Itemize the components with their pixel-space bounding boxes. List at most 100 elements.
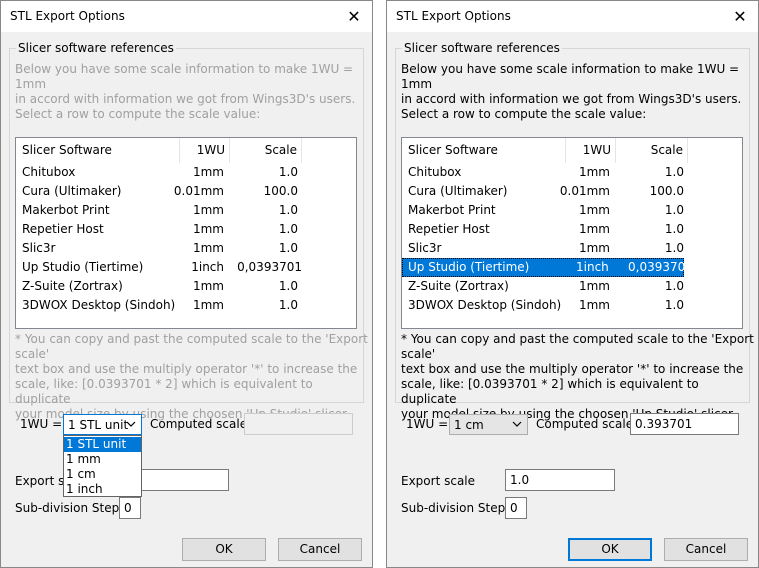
note-text: * You can copy and past the computed sca… (401, 332, 758, 422)
note-text: * You can copy and past the computed sca… (15, 332, 372, 422)
dialog-title: STL Export Options (10, 9, 125, 23)
cell-1wu: 1mm (578, 222, 610, 236)
cell-1wu: 1mm (192, 222, 224, 236)
subdivision-steps-field[interactable]: 0 (119, 497, 141, 519)
dropdown-option[interactable]: 1 inch (64, 482, 141, 497)
cell-scale: 1.0 (278, 165, 298, 179)
cell-slicer: Makerbot Print (408, 203, 496, 217)
cancel-button[interactable]: Cancel (278, 538, 362, 561)
ok-button[interactable]: OK (568, 538, 652, 561)
intro-text: Below you have some scale information to… (401, 62, 758, 107)
cell-slicer: Cura (Ultimaker) (408, 184, 508, 198)
cell-scale: 1.0 (664, 241, 684, 255)
dialog-title: STL Export Options (396, 9, 511, 23)
cell-slicer: Slic3r (408, 241, 442, 255)
table-row[interactable]: Chitubox 1mm 1.0 (402, 163, 742, 182)
wu-unit-combo[interactable]: 1 STL unit (63, 414, 142, 435)
cell-1wu: 1inch (191, 260, 224, 274)
group-label: Slicer software references (16, 41, 176, 55)
wu-label: 1WU = (20, 417, 63, 431)
cell-slicer: Chitubox (408, 165, 462, 179)
cell-slicer: Slic3r (22, 241, 56, 255)
cell-scale: 1.0 (664, 279, 684, 293)
table-row[interactable]: Makerbot Print 1mm 1.0 (16, 201, 356, 220)
note-line: text box and use the multiply operator '… (15, 362, 358, 376)
stl-export-dialog-right: STL Export Options ✕ Slicer software ref… (386, 0, 759, 568)
cell-slicer: Up Studio (Tiertime) (408, 260, 530, 274)
cell-1wu: 1mm (192, 279, 224, 293)
cell-scale: 0,0393701 (628, 260, 693, 274)
ok-button[interactable]: OK (182, 538, 266, 561)
table-row[interactable]: Up Studio (Tiertime) 1inch 0,0393701 (16, 258, 356, 277)
note-line: scale, like: [0.0393701 * 2] which is eq… (15, 377, 313, 406)
table-row[interactable]: Makerbot Print 1mm 1.0 (402, 201, 742, 220)
wu-unit-selected: 1 cm (454, 418, 484, 432)
table-row[interactable]: Cura (Ultimaker) 0.01mm 100.0 (16, 182, 356, 201)
cell-slicer: Up Studio (Tiertime) (22, 260, 144, 274)
cell-scale: 1.0 (278, 222, 298, 236)
export-scale-label: Export scale (401, 474, 476, 488)
computed-scale-field[interactable] (244, 413, 353, 435)
subdivision-steps-label: Sub-division Steps (401, 501, 512, 515)
intro-line: in accord with information we got from W… (15, 92, 356, 106)
title-bar: STL Export Options ✕ (387, 1, 758, 32)
table-row[interactable]: Z-Suite (Zortrax) 1mm 1.0 (402, 277, 742, 296)
intro-text: Below you have some scale information to… (15, 62, 372, 107)
column-header-scale[interactable]: Scale (230, 138, 302, 163)
intro-line: Below you have some scale information to… (401, 62, 740, 91)
wu-unit-combo[interactable]: 1 cm (449, 414, 528, 435)
title-bar: STL Export Options ✕ (1, 1, 372, 32)
select-prompt: Select a row to compute the scale value: (401, 107, 647, 121)
cell-1wu: 1mm (192, 241, 224, 255)
close-icon[interactable]: ✕ (722, 1, 758, 32)
slicer-list[interactable]: Slicer Software 1WU Scale Chitubox 1mm 1.0… (401, 137, 743, 329)
table-row-selected[interactable]: Up Studio (Tiertime) 1inch 0,0393701 (402, 258, 693, 277)
cell-scale: 1.0 (278, 203, 298, 217)
cell-slicer: Repetier Host (408, 222, 490, 236)
dropdown-option[interactable]: 1 STL unit (64, 437, 141, 452)
column-header-1wu[interactable]: 1WU (566, 138, 616, 163)
list-header: Slicer Software 1WU Scale (402, 138, 742, 163)
table-row[interactable]: Repetier Host 1mm 1.0 (402, 220, 742, 239)
intro-line: in accord with information we got from W… (401, 92, 742, 106)
note-line: * You can copy and past the computed sca… (401, 332, 754, 361)
dropdown-option[interactable]: 1 mm (64, 452, 141, 467)
computed-scale-label: Computed scale (536, 417, 634, 431)
computed-scale-label: Computed scale (150, 417, 248, 431)
cell-scale: 1.0 (664, 165, 684, 179)
cell-1wu: 1mm (578, 203, 610, 217)
computed-scale-field[interactable]: 0.393701 (630, 413, 739, 435)
table-row[interactable]: Cura (Ultimaker) 0.01mm 100.0 (402, 182, 742, 201)
slicer-list[interactable]: Slicer Software 1WU Scale Chitubox 1mm 1.0… (15, 137, 357, 329)
list-header: Slicer Software 1WU Scale (16, 138, 356, 163)
dropdown-option[interactable]: 1 cm (64, 467, 141, 482)
table-row[interactable]: Z-Suite (Zortrax) 1mm 1.0 (16, 277, 356, 296)
cell-scale: 1.0 (278, 279, 298, 293)
note-line: scale, like: [0.0393701 * 2] which is eq… (401, 377, 699, 406)
chevron-down-icon (126, 421, 136, 427)
cell-1wu: 0.01mm (559, 184, 610, 198)
table-row[interactable]: Chitubox 1mm 1.0 (16, 163, 356, 182)
table-row[interactable]: Slic3r 1mm 1.0 (16, 239, 356, 258)
cell-1wu: 1inch (576, 260, 609, 274)
export-scale-field[interactable]: 1.0 (505, 469, 615, 491)
cell-slicer: Cura (Ultimaker) (22, 184, 122, 198)
subdivision-steps-field[interactable]: 0 (505, 497, 527, 519)
select-prompt: Select a row to compute the scale value: (15, 107, 261, 121)
cell-slicer: Makerbot Print (22, 203, 110, 217)
close-icon[interactable]: ✕ (336, 1, 372, 32)
cell-1wu: 1mm (578, 298, 610, 312)
column-header-slicer[interactable]: Slicer Software (408, 138, 566, 163)
column-header-scale[interactable]: Scale (616, 138, 688, 163)
table-row[interactable]: 3DWOX Desktop (Sindoh) 1mm 1.0 (402, 296, 742, 315)
cell-1wu: 1mm (578, 279, 610, 293)
table-row[interactable]: Slic3r 1mm 1.0 (402, 239, 742, 258)
cancel-button[interactable]: Cancel (664, 538, 748, 561)
wu-unit-dropdown-list: 1 STL unit 1 mm 1 cm 1 inch (63, 435, 142, 497)
table-row[interactable]: 3DWOX Desktop (Sindoh) 1mm 1.0 (16, 296, 356, 315)
column-header-1wu[interactable]: 1WU (180, 138, 230, 163)
column-header-slicer[interactable]: Slicer Software (22, 138, 180, 163)
table-row[interactable]: Repetier Host 1mm 1.0 (16, 220, 356, 239)
cell-scale: 100.0 (263, 184, 298, 198)
cell-scale: 0,0393701 (237, 260, 302, 274)
